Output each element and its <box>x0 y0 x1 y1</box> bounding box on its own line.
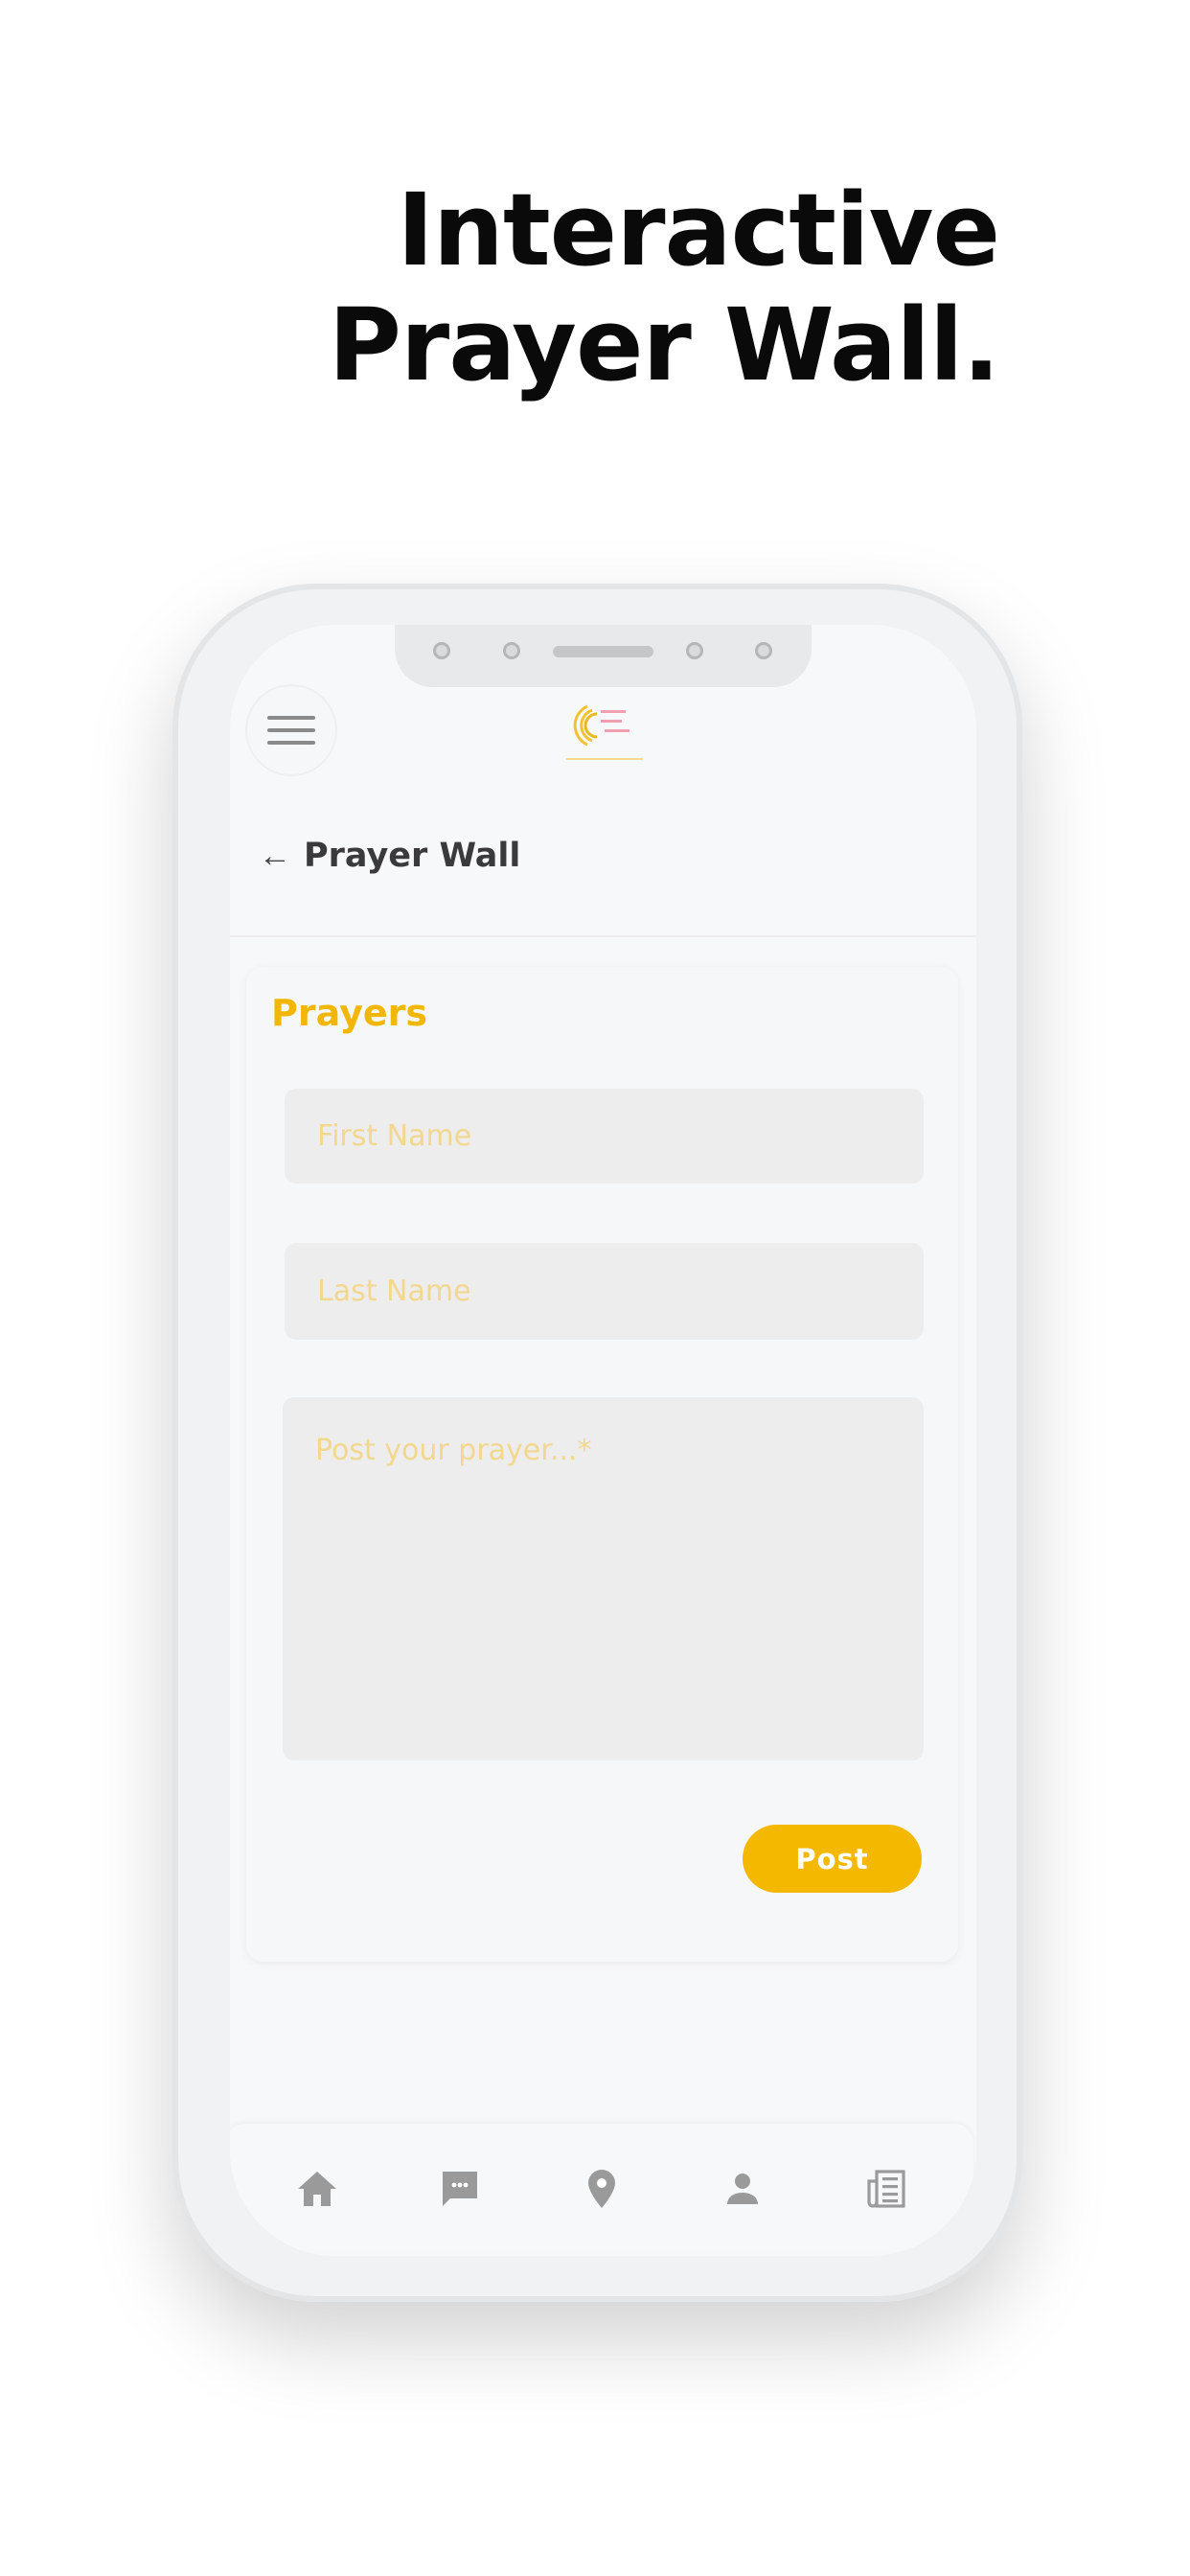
sensor-icon <box>503 642 520 659</box>
camera-icon <box>755 642 772 659</box>
first-name-input[interactable]: First Name <box>285 1089 924 1184</box>
sensor-icon <box>433 642 450 659</box>
back-arrow-icon[interactable]: ← <box>259 838 291 875</box>
hamburger-icon <box>267 716 315 720</box>
menu-button[interactable] <box>247 686 335 774</box>
headline-line-2: Prayer Wall. <box>328 287 1000 403</box>
headline-line-1: Interactive <box>397 172 1000 288</box>
last-name-input[interactable]: Last Name <box>285 1243 924 1340</box>
sensor-icon <box>686 642 703 659</box>
page-title: Prayer Wall <box>304 837 521 875</box>
chat-icon[interactable] <box>437 2166 483 2212</box>
home-icon[interactable] <box>294 2166 340 2212</box>
post-button[interactable]: Post <box>743 1825 922 1893</box>
prayer-textarea[interactable]: Post your prayer...* <box>283 1397 924 1760</box>
church-logo <box>566 704 643 760</box>
person-icon[interactable] <box>720 2166 766 2212</box>
bottom-nav <box>230 2124 973 2252</box>
notch <box>395 625 812 687</box>
location-pin-icon[interactable] <box>579 2166 625 2212</box>
prayer-form-card: Prayers First Name Last Name Post your p… <box>246 967 958 1962</box>
speaker-grille <box>553 646 653 657</box>
divider <box>230 935 976 937</box>
phone-screen: ← Prayer Wall Prayers First Name Last Na… <box>230 625 976 2256</box>
newspaper-icon[interactable] <box>863 2166 909 2212</box>
headline: Interactive Prayer Wall. <box>328 172 1000 403</box>
card-title: Prayers <box>271 992 427 1034</box>
